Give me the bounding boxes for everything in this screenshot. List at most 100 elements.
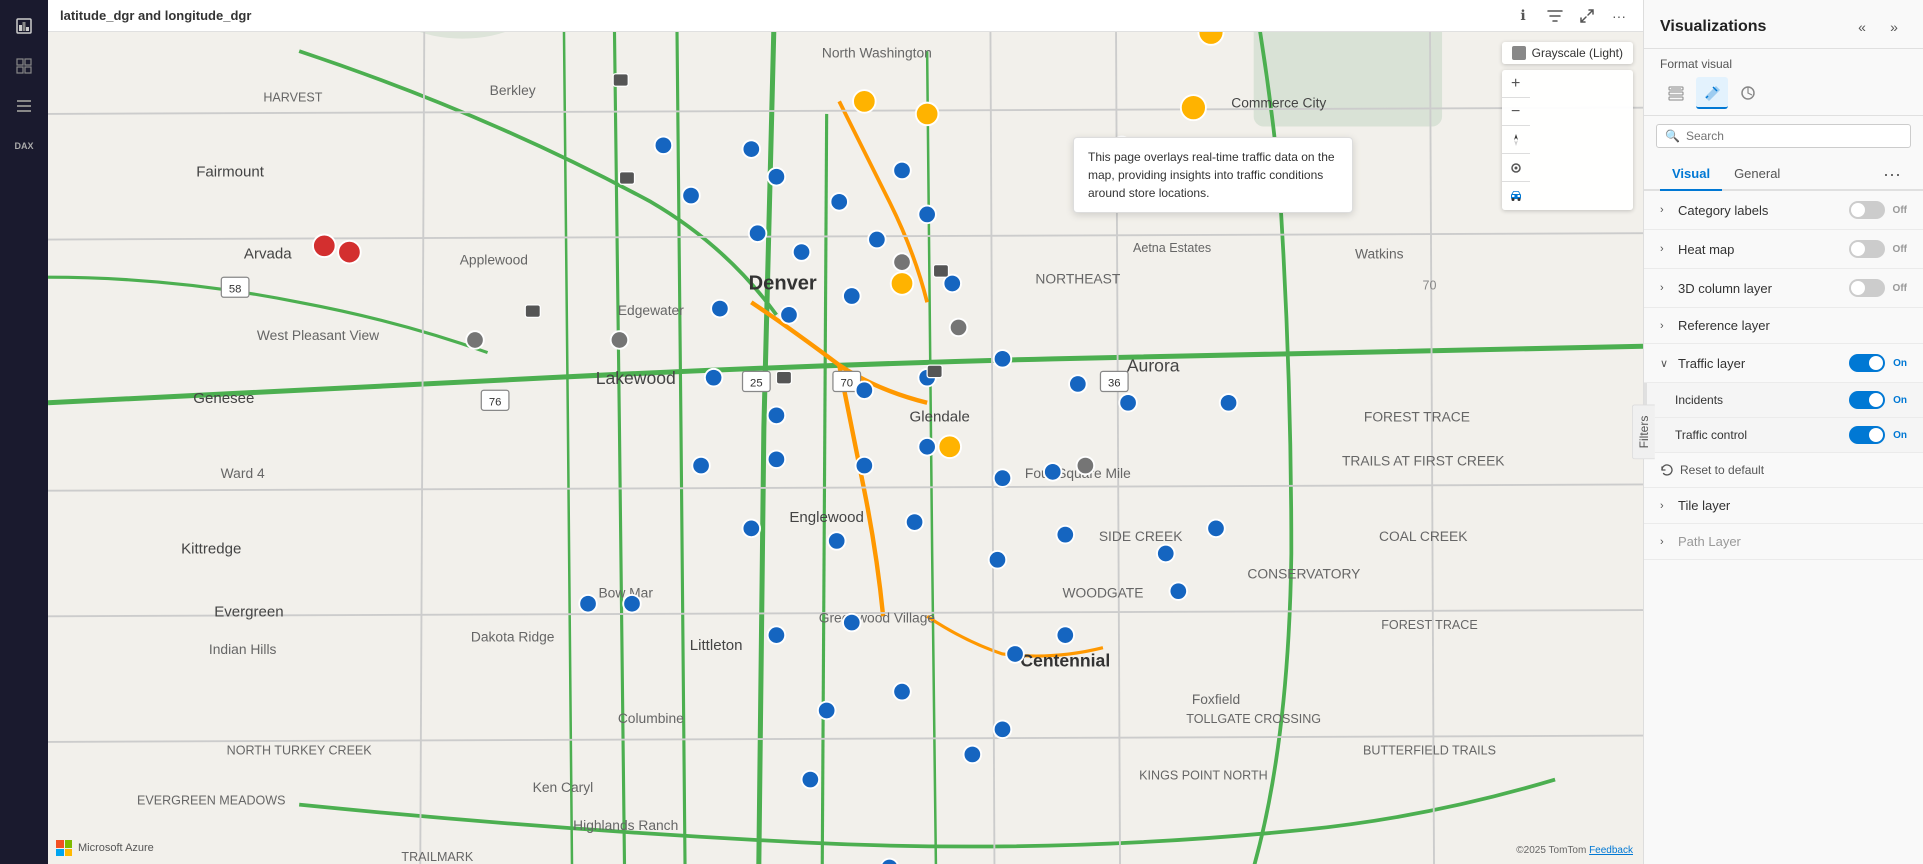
reference-layer-label: Reference layer [1678, 318, 1907, 333]
location-button[interactable] [1502, 154, 1530, 182]
chevron-path-layer: › [1660, 536, 1672, 548]
subtabs: Visual General ··· [1644, 156, 1923, 191]
svg-text:Fairmount: Fairmount [196, 164, 265, 181]
analytics-icon-button[interactable] [1732, 77, 1764, 109]
3d-column-toggle[interactable] [1849, 279, 1885, 297]
map-tooltip: This page overlays real-time traffic dat… [1073, 137, 1353, 213]
tile-layer-label: Tile layer [1678, 498, 1907, 513]
expand-button[interactable] [1575, 4, 1599, 28]
heat-map-label: Heat map [1678, 242, 1849, 257]
svg-text:Berkley: Berkley [490, 82, 536, 98]
tab-general[interactable]: General [1722, 160, 1792, 191]
svg-text:Columbine: Columbine [618, 710, 684, 726]
toggle-knob [1869, 428, 1883, 442]
svg-text:Ward 4: Ward 4 [221, 465, 265, 481]
category-labels-toggle-group: Off [1849, 201, 1907, 219]
section-category-labels[interactable]: › Category labels Off [1644, 191, 1923, 230]
toggle-knob [1869, 393, 1883, 407]
fields-icon-button[interactable] [1660, 77, 1692, 109]
collapse-panel-button[interactable]: « [1849, 14, 1875, 40]
svg-text:Commerce City: Commerce City [1231, 95, 1326, 111]
title-icons: ℹ ··· [1511, 4, 1631, 28]
sidebar-icon-dax[interactable]: DAX [6, 128, 42, 164]
section-reference-layer[interactable]: › Reference layer [1644, 308, 1923, 344]
toggle-knob [1851, 203, 1865, 217]
reset-to-default-button[interactable]: Reset to default [1644, 453, 1923, 488]
3d-column-layer-label: 3D column layer [1678, 281, 1849, 296]
left-sidebar: DAX [0, 0, 48, 864]
format-icon-row [1644, 71, 1923, 116]
right-panel: Filters Visualizations « » Format visual [1643, 0, 1923, 864]
svg-text:Dakota Ridge: Dakota Ridge [471, 628, 555, 644]
compass-button[interactable] [1502, 126, 1530, 154]
tab-visual[interactable]: Visual [1660, 160, 1722, 191]
traffic-control-toggle[interactable] [1849, 426, 1885, 444]
azure-label: Microsoft Azure [78, 842, 154, 854]
sidebar-icon-report[interactable] [6, 8, 42, 44]
car-button[interactable] [1502, 182, 1530, 210]
traffic-layer-label: Traffic layer [1678, 356, 1849, 371]
copyright-text: ©2025 TomTom [1516, 845, 1586, 856]
zoom-in-button[interactable]: + [1502, 70, 1530, 98]
heat-map-toggle[interactable] [1849, 240, 1885, 258]
zoom-out-button[interactable]: − [1502, 98, 1530, 126]
svg-text:FOREST TRACE: FOREST TRACE [1381, 618, 1477, 632]
feedback-link[interactable]: Feedback [1589, 845, 1633, 856]
chevron-category-labels: › [1660, 204, 1672, 216]
sidebar-icon-grid[interactable] [6, 48, 42, 84]
map-style-label: Grayscale (Light) [1532, 46, 1623, 60]
svg-text:Edgewater: Edgewater [618, 302, 684, 318]
svg-text:Aetna Estates: Aetna Estates [1133, 241, 1211, 255]
svg-text:TRAILS AT FIRST CREEK: TRAILS AT FIRST CREEK [1342, 453, 1505, 469]
svg-text:Ken Caryl: Ken Caryl [533, 779, 594, 795]
section-traffic-layer[interactable]: ∨ Traffic layer On [1644, 344, 1923, 383]
sidebar-icon-data[interactable] [6, 88, 42, 124]
format-visual-label: Format visual [1644, 49, 1923, 71]
chevron-heat-map: › [1660, 243, 1672, 255]
traffic-control-label: Traffic control [1675, 428, 1849, 442]
format-icon-button[interactable] [1696, 77, 1728, 109]
search-bar: 🔍 [1656, 124, 1911, 148]
svg-text:NORTHEAST: NORTHEAST [1035, 270, 1120, 286]
section-3d-column-layer[interactable]: › 3D column layer Off [1644, 269, 1923, 308]
more-options-button[interactable]: ··· [1607, 4, 1631, 28]
chevron-3d-column-layer: › [1660, 282, 1672, 294]
svg-text:NORTH TURKEY CREEK: NORTH TURKEY CREEK [227, 743, 373, 757]
subtab-more-button[interactable]: ··· [1877, 160, 1907, 189]
map-style-badge[interactable]: Grayscale (Light) [1502, 42, 1633, 64]
incidents-row: Incidents On [1647, 383, 1923, 418]
section-tile-layer[interactable]: › Tile layer [1644, 488, 1923, 524]
reset-label: Reset to default [1680, 463, 1764, 477]
incidents-toggle[interactable] [1849, 391, 1885, 409]
panel-header-icons: « » [1849, 14, 1907, 40]
svg-text:Kittredge: Kittredge [181, 540, 241, 557]
chevron-tile-layer: › [1660, 500, 1672, 512]
category-labels-toggle[interactable] [1849, 201, 1885, 219]
expand-panel-button[interactable]: » [1881, 14, 1907, 40]
svg-text:Highlands Ranch: Highlands Ranch [573, 817, 678, 833]
filter-button[interactable] [1543, 4, 1567, 28]
svg-text:TRAILMARK: TRAILMARK [401, 850, 473, 864]
incidents-toggle-label: On [1893, 395, 1907, 406]
section-heat-map[interactable]: › Heat map Off [1644, 230, 1923, 269]
svg-text:BUTTERFIELD TRAILS: BUTTERFIELD TRAILS [1363, 743, 1496, 757]
map-overlay-controls: Grayscale (Light) + − [1502, 42, 1633, 210]
traffic-control-toggle-label: On [1893, 430, 1907, 441]
svg-text:North Washington: North Washington [822, 44, 932, 60]
incidents-toggle-group: On [1849, 391, 1907, 409]
3d-column-toggle-label: Off [1893, 283, 1907, 294]
filters-tab[interactable]: Filters [1632, 405, 1655, 460]
map-area[interactable]: 76 25 36 70 58 Westminster SPRING MESA H… [48, 32, 1643, 864]
svg-text:West Pleasant View: West Pleasant View [257, 327, 379, 343]
svg-text:Aurora: Aurora [1127, 355, 1180, 375]
chevron-reference-layer: › [1660, 320, 1672, 332]
microsoft-azure-badge: Microsoft Azure [56, 840, 154, 856]
search-input[interactable] [1686, 129, 1902, 143]
category-labels-label: Category labels [1678, 203, 1849, 218]
svg-text:Foxfield: Foxfield [1192, 691, 1240, 707]
chevron-traffic-layer: ∨ [1660, 357, 1672, 370]
info-button[interactable]: ℹ [1511, 4, 1535, 28]
svg-text:Centennial: Centennial [1020, 651, 1110, 671]
traffic-layer-toggle[interactable] [1849, 354, 1885, 372]
section-path-layer[interactable]: › Path Layer [1644, 524, 1923, 560]
